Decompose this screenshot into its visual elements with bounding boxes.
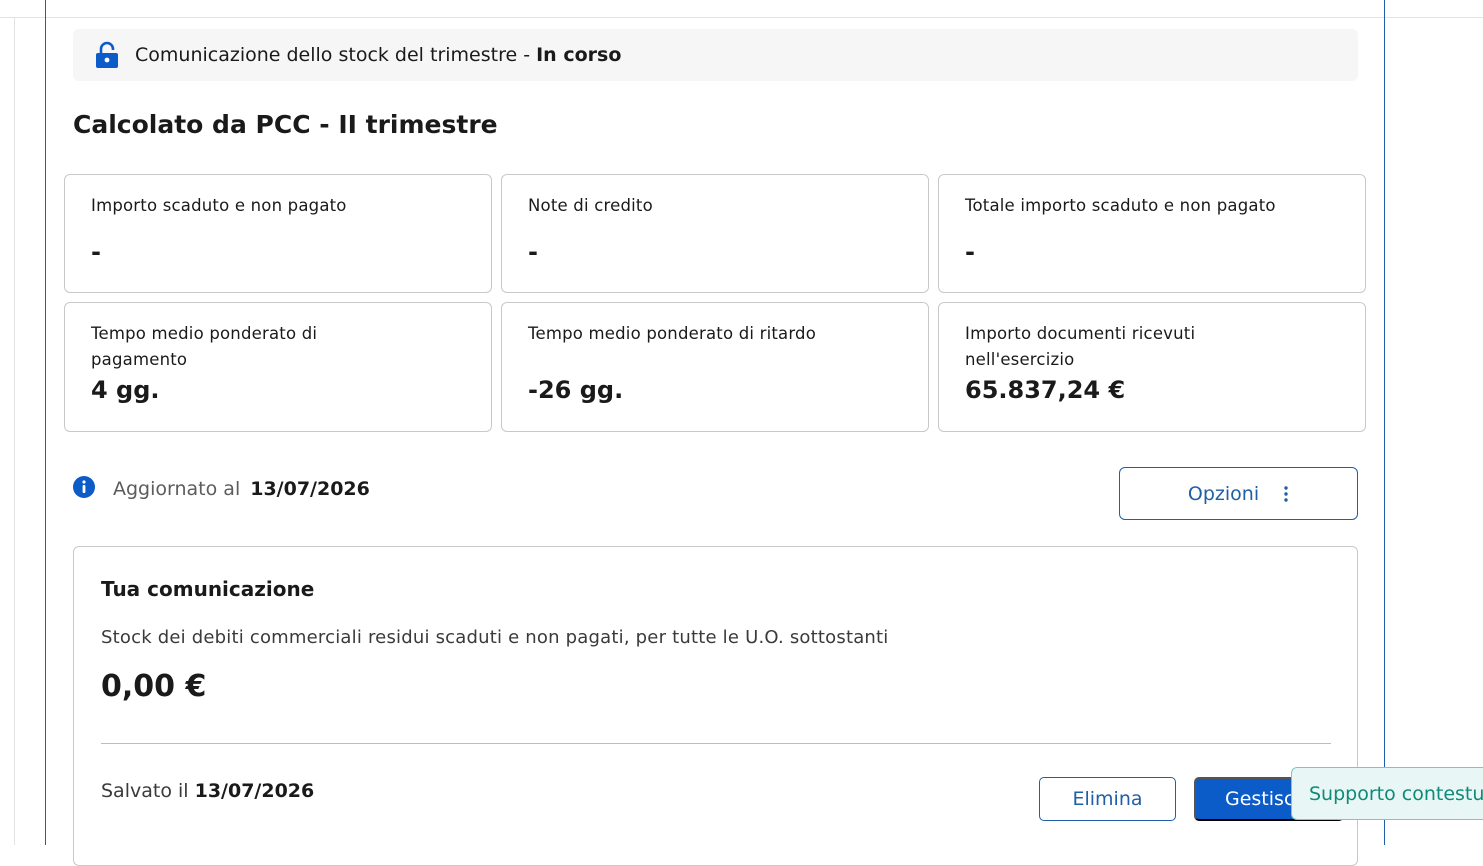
saved-date: 13/07/2026 (194, 780, 315, 802)
card-label: Note di credito (528, 196, 653, 215)
card-value: - (91, 238, 101, 266)
card-importo-documenti: Importo documenti ricevuti nell'esercizi… (938, 302, 1366, 432)
card-note-credito: Note di credito - (501, 174, 929, 293)
communication-description: Stock dei debiti commerciali residui sca… (101, 627, 889, 648)
card-value: 4 gg. (91, 376, 160, 404)
communication-card: Tua comunicazione Stock dei debiti comme… (73, 546, 1358, 866)
saved-info: Salvato il 13/07/2026 (101, 780, 314, 802)
kebab-menu-icon (1284, 485, 1288, 502)
lock-icon (96, 41, 118, 68)
card-value: -26 gg. (528, 376, 624, 404)
updated-date: 13/07/2026 (250, 478, 370, 500)
options-button[interactable]: Opzioni (1119, 467, 1358, 520)
card-label: Tempo medio ponderato di ritardo (528, 324, 817, 343)
section-title: Calcolato da PCC - II trimestre (73, 110, 498, 139)
options-label: Opzioni (1187, 482, 1260, 505)
card-value: 65.837,24 € (965, 376, 1126, 404)
updated-label: Aggiornato al (113, 478, 241, 500)
card-label: Importo documenti ricevuti nell'esercizi… (965, 324, 1196, 369)
card-tempo-ritardo: Tempo medio ponderato di ritardo -26 gg. (501, 302, 929, 432)
card-tempo-pagamento: Tempo medio ponderato di pagamento 4 gg. (64, 302, 492, 432)
updated-row: Aggiornato al 13/07/2026 (73, 476, 370, 500)
status-banner: Comunicazione dello stock del trimestre … (73, 29, 1358, 81)
communication-divider (101, 743, 1331, 744)
card-value: - (965, 238, 975, 266)
delete-button[interactable]: Elimina (1039, 777, 1176, 821)
support-button[interactable]: Supporto contestuale (1291, 767, 1483, 820)
card-label: Totale importo scaduto e non pagato (965, 196, 1276, 215)
left-divider (14, 17, 15, 845)
communication-amount: 0,00 € (101, 669, 207, 704)
saved-label: Salvato il (101, 780, 189, 802)
card-importo-scaduto: Importo scaduto e non pagato - (64, 174, 492, 293)
status-state: In corso (536, 44, 622, 66)
card-value: - (528, 238, 538, 266)
card-label: Importo scaduto e non pagato (91, 196, 347, 215)
info-icon (73, 476, 95, 498)
card-totale-importo: Totale importo scaduto e non pagato - (938, 174, 1366, 293)
status-text: Comunicazione dello stock del trimestre … (135, 44, 622, 66)
card-label: Tempo medio ponderato di pagamento (91, 324, 318, 369)
communication-title: Tua comunicazione (101, 577, 315, 601)
